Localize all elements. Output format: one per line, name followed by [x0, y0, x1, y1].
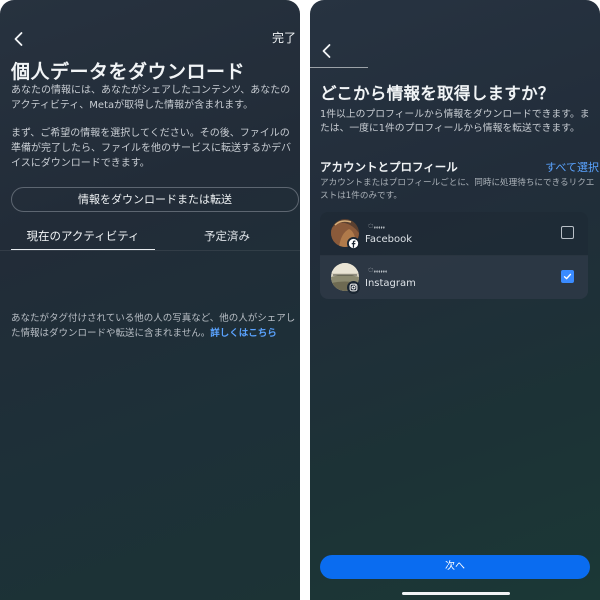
- account-checkbox-instagram[interactable]: [561, 270, 574, 283]
- account-list: ꩻꩻꩻꩻꩻ Facebook ꩻꩻꩻꩻꩻꩻ Instagram: [320, 212, 588, 299]
- back-arrow-icon[interactable]: [316, 40, 338, 62]
- tab-current-activity[interactable]: 現在のアクティビティ: [11, 228, 155, 250]
- accounts-note: アカウントまたはプロフィールごとに、同時に処理待ちにできるリクエストは1件のみで…: [320, 178, 595, 201]
- account-platform: Instagram: [365, 278, 416, 289]
- done-button[interactable]: 完了: [272, 29, 296, 46]
- intro-paragraph: あなたの情報には、あなたがシェアしたコンテンツ、あなたのアクティビティ、Meta…: [11, 85, 291, 111]
- facebook-icon: [347, 237, 360, 250]
- account-checkbox-facebook[interactable]: [561, 226, 574, 239]
- accounts-section-title: アカウントとプロフィール: [320, 160, 458, 174]
- next-button[interactable]: 次へ: [320, 555, 590, 579]
- home-indicator: [402, 592, 510, 595]
- account-name: ꩻꩻꩻꩻꩻ: [368, 221, 386, 231]
- instagram-icon: [347, 281, 360, 294]
- page-title: 個人データをダウンロード: [11, 61, 246, 83]
- tab-scheduled[interactable]: 予定済み: [172, 228, 282, 250]
- tab-divider: [0, 250, 300, 251]
- account-platform: Facebook: [365, 234, 412, 245]
- page-title: どこから情報を取得しますか？: [320, 84, 555, 103]
- account-row-instagram[interactable]: ꩻꩻꩻꩻꩻꩻ Instagram: [320, 256, 588, 299]
- download-info-screen: 完了 個人データをダウンロード あなたの情報には、あなたがシェアしたコンテンツ、…: [0, 0, 300, 600]
- select-source-screen: どこから情報を取得しますか？ 1件以上のプロフィールから情報をダウンロードできま…: [310, 0, 600, 600]
- header-divider: [310, 67, 368, 68]
- select-all-link[interactable]: すべて選択: [545, 159, 599, 175]
- instructions-paragraph: まず、ご希望の情報を選択してください。その後、ファイルの準備が完了したら、ファイ…: [11, 128, 291, 169]
- footer-note: あなたがタグ付けされている他の人の写真など、他の人がシェアした情報はダウンロード…: [11, 311, 299, 341]
- back-arrow-icon[interactable]: [8, 28, 30, 50]
- account-row-facebook[interactable]: ꩻꩻꩻꩻꩻ Facebook: [320, 212, 588, 255]
- download-or-transfer-button[interactable]: 情報をダウンロードまたは転送: [11, 187, 299, 212]
- description-paragraph: 1件以上のプロフィールから情報をダウンロードできます。または、一度に1件のプロフ…: [320, 109, 590, 134]
- account-name: ꩻꩻꩻꩻꩻꩻ: [368, 265, 389, 275]
- learn-more-link[interactable]: 詳しくはこちら: [210, 328, 277, 339]
